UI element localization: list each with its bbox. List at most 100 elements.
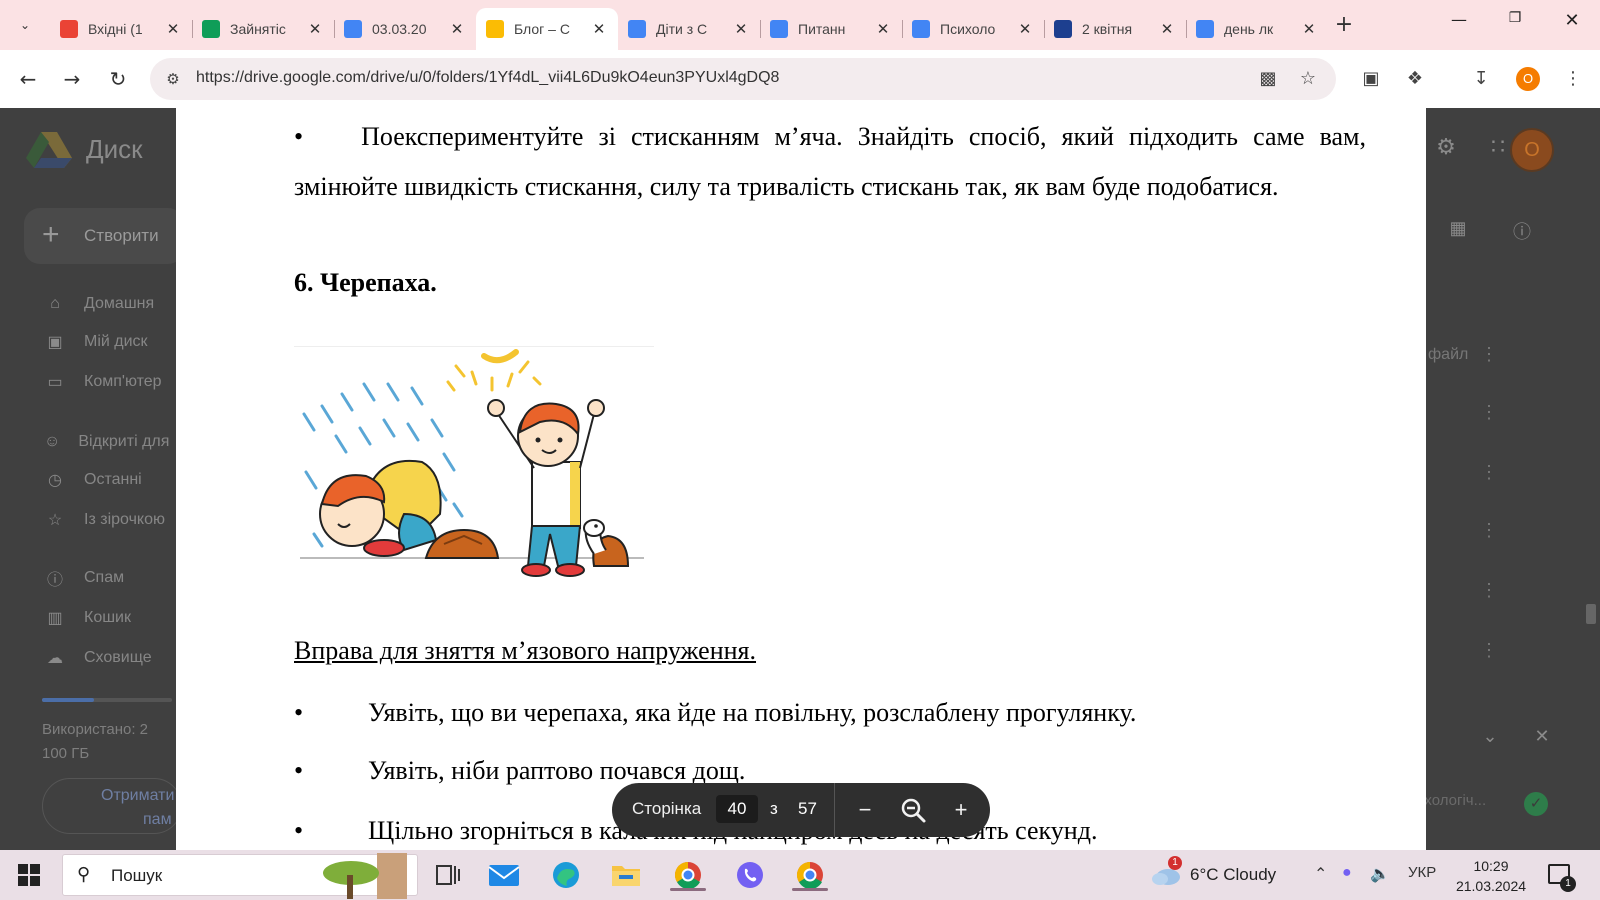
windows-taskbar: ⚲ Пошук 1 6°C Cloudy ⌃ ● 🔈 УКР 10:29 21.… bbox=[0, 850, 1600, 900]
new-tab-plus-icon[interactable]: + bbox=[1330, 12, 1358, 37]
drive-icon bbox=[486, 20, 504, 38]
window-close-icon[interactable]: ✕ bbox=[1557, 10, 1587, 31]
zoom-in-plus-icon[interactable]: + bbox=[946, 795, 976, 825]
info-icon[interactable]: ⓘ bbox=[1510, 218, 1534, 244]
sidebar-item[interactable]: ⌂ Домашня bbox=[44, 292, 174, 316]
url-text[interactable]: https://drive.google.com/drive/u/0/folde… bbox=[196, 69, 779, 87]
tab-close-icon[interactable]: ✕ bbox=[306, 20, 324, 38]
tray-chevron-up-icon[interactable]: ⌃ bbox=[1314, 864, 1327, 884]
grid-view-icon[interactable]: ▦ bbox=[1446, 218, 1470, 239]
sidebar-item-label: Мій диск bbox=[84, 333, 148, 350]
chevron-down-icon[interactable]: ⌄ bbox=[1478, 726, 1502, 747]
sidebar-item[interactable]: ▥ Кошик bbox=[44, 606, 174, 630]
viber-icon[interactable] bbox=[732, 858, 768, 892]
extension-translate-icon[interactable]: ▣ bbox=[1358, 66, 1384, 92]
tab-close-icon[interactable]: ✕ bbox=[164, 20, 182, 38]
star-icon: ☆ bbox=[47, 512, 63, 529]
chrome-browser-icon[interactable] bbox=[792, 858, 828, 892]
tab-close-icon[interactable]: ✕ bbox=[590, 20, 608, 38]
taskbar-clock[interactable]: 10:29 21.03.2024 bbox=[1454, 856, 1528, 896]
apps-grid-icon[interactable]: ∷ bbox=[1486, 134, 1510, 160]
browser-tab[interactable]: Блог – С ✕ bbox=[476, 8, 618, 50]
file-label: файл bbox=[1428, 346, 1469, 363]
browser-tab[interactable]: 03.03.20 ✕ bbox=[334, 12, 476, 46]
row-menu-icon[interactable]: ⋮ bbox=[1480, 580, 1498, 601]
tab-close-icon[interactable]: ✕ bbox=[874, 20, 892, 38]
row-menu-icon[interactable]: ⋮ bbox=[1480, 462, 1498, 483]
browser-menu-icon[interactable]: ⋮ bbox=[1560, 66, 1586, 92]
create-button[interactable]: + Створити bbox=[24, 208, 184, 264]
row-menu-icon[interactable]: ⋮ bbox=[1480, 640, 1498, 661]
sidebar-item[interactable]: ☆ Із зірочкою bbox=[44, 508, 174, 532]
gmail-icon bbox=[60, 20, 78, 38]
extensions-puzzle-icon[interactable]: ❖ bbox=[1402, 66, 1428, 92]
active-app-indicator bbox=[670, 888, 706, 891]
reload-icon[interactable]: ↻ bbox=[104, 65, 132, 93]
tab-title: Вхідні (1 bbox=[88, 21, 143, 37]
forward-arrow-icon[interactable]: → bbox=[58, 65, 86, 93]
ukraine-emblem-icon bbox=[1054, 20, 1072, 38]
drive-logo-icon bbox=[26, 132, 72, 168]
edge-browser-icon[interactable] bbox=[548, 858, 584, 892]
sidebar-item[interactable]: ▭ Комп'ютер bbox=[44, 370, 174, 394]
tab-close-icon[interactable]: ✕ bbox=[1016, 20, 1034, 38]
sidebar-item-label: Домашня bbox=[84, 295, 155, 312]
sidebar-item[interactable]: ▣ Мій диск bbox=[44, 330, 174, 354]
browser-tab[interactable]: день лк ✕ bbox=[1186, 12, 1328, 46]
tab-title: Зайнятіс bbox=[230, 21, 286, 37]
tab-close-icon[interactable]: ✕ bbox=[1158, 20, 1176, 38]
chrome-profile-icon[interactable] bbox=[670, 858, 706, 892]
tab-search-chevron-icon[interactable]: ⌄ bbox=[10, 10, 40, 40]
back-arrow-icon[interactable]: ← bbox=[14, 65, 42, 93]
address-bar[interactable]: ⚙ https://drive.google.com/drive/u/0/fol… bbox=[150, 58, 1336, 100]
install-app-icon[interactable]: ▩ bbox=[1256, 67, 1280, 91]
sidebar-item[interactable]: ◷ Останні bbox=[44, 468, 174, 492]
input-language[interactable]: УКР bbox=[1408, 864, 1436, 881]
account-avatar[interactable]: O bbox=[1510, 128, 1554, 172]
file-explorer-icon[interactable] bbox=[608, 858, 644, 892]
restore-icon[interactable]: ❐ bbox=[1500, 10, 1530, 26]
settings-gear-icon[interactable]: ⚙ bbox=[1434, 134, 1458, 160]
browser-tab[interactable]: Вхідні (1 ✕ bbox=[50, 12, 192, 46]
browser-tab[interactable]: Психоло ✕ bbox=[902, 12, 1044, 46]
minimize-icon[interactable]: — bbox=[1444, 10, 1474, 29]
mail-app-icon[interactable] bbox=[486, 858, 522, 892]
taskbar-search-box[interactable]: ⚲ Пошук bbox=[62, 853, 418, 899]
tab-close-icon[interactable]: ✕ bbox=[448, 20, 466, 38]
browser-tab[interactable]: Питанн ✕ bbox=[760, 12, 902, 46]
computer-icon: ▭ bbox=[47, 374, 63, 391]
sidebar-item[interactable]: ⓘ Спам bbox=[44, 566, 174, 590]
get-more-storage-button[interactable]: Отримати пам bbox=[42, 778, 182, 834]
tab-close-icon[interactable]: ✕ bbox=[1300, 20, 1318, 38]
browser-tab[interactable]: 2 квітня ✕ bbox=[1044, 12, 1186, 46]
search-highlight-tree-icon bbox=[323, 853, 407, 899]
row-menu-icon[interactable]: ⋮ bbox=[1480, 520, 1498, 541]
close-panel-icon[interactable]: ✕ bbox=[1530, 726, 1554, 747]
current-page-input[interactable]: 40 bbox=[716, 795, 758, 823]
windows-start-icon[interactable] bbox=[18, 864, 40, 886]
zoom-out-minus-icon[interactable]: − bbox=[850, 795, 880, 825]
tab-close-icon[interactable]: ✕ bbox=[732, 20, 750, 38]
profile-avatar[interactable]: O bbox=[1516, 67, 1540, 91]
row-menu-icon[interactable]: ⋮ bbox=[1480, 344, 1498, 365]
home-icon: ⌂ bbox=[50, 295, 60, 312]
row-menu-icon[interactable]: ⋮ bbox=[1480, 402, 1498, 423]
weather-text[interactable]: 6°C Cloudy bbox=[1190, 865, 1276, 885]
active-app-indicator bbox=[792, 888, 828, 891]
tray-viber-icon[interactable]: ● bbox=[1342, 864, 1352, 882]
downloads-icon[interactable]: ↧ bbox=[1468, 66, 1494, 92]
sidebar-item[interactable]: ☺ Відкриті для мене bbox=[44, 430, 174, 454]
tab-title: 2 квітня bbox=[1082, 21, 1133, 37]
browser-tab[interactable]: Діти з С ✕ bbox=[618, 12, 760, 46]
page-of-label: з bbox=[770, 799, 778, 818]
task-view-icon[interactable] bbox=[430, 858, 466, 892]
zoom-magnifier-icon[interactable] bbox=[898, 795, 928, 825]
sidebar-item-label: Спам bbox=[84, 569, 125, 586]
browser-tab[interactable]: Зайнятіс ✕ bbox=[192, 12, 334, 46]
scrollbar-thumb[interactable] bbox=[1586, 604, 1596, 624]
trash-icon: ▥ bbox=[47, 610, 63, 627]
sidebar-item[interactable]: ☁ Сховище bbox=[44, 646, 174, 670]
site-settings-icon[interactable]: ⚙ bbox=[162, 68, 184, 90]
bookmark-star-icon[interactable]: ☆ bbox=[1296, 67, 1320, 91]
speaker-volume-icon[interactable]: 🔈 bbox=[1370, 864, 1390, 884]
